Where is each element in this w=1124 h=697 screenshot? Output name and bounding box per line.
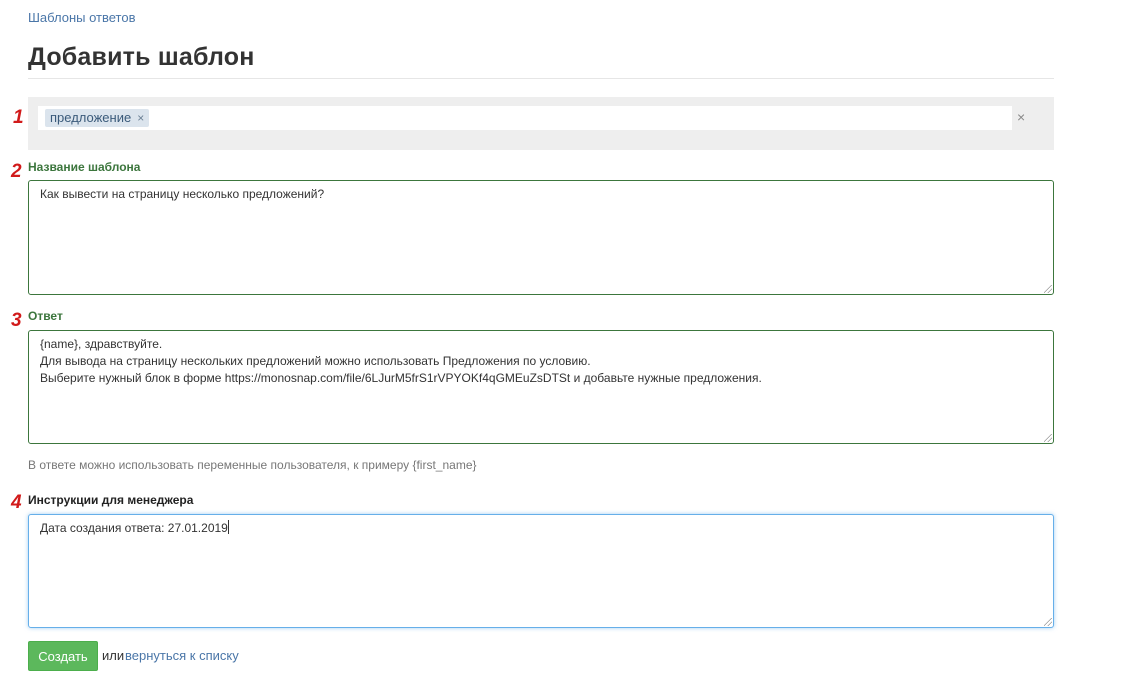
resize-handle[interactable] bbox=[1044, 618, 1052, 626]
annotation-marker-2: 2 bbox=[11, 161, 22, 182]
page-title: Добавить шаблон bbox=[28, 43, 255, 71]
template-name-value: Как вывести на страницу несколько предло… bbox=[40, 187, 325, 201]
answer-field[interactable]: {name}, здравствуйте. Для вывода на стра… bbox=[28, 330, 1054, 444]
manager-instructions-value: Дата создания ответа: 27.01.2019 bbox=[40, 520, 1042, 537]
or-text: или bbox=[102, 648, 125, 663]
breadcrumb-link[interactable]: Шаблоны ответов bbox=[28, 10, 136, 25]
tag-label: предложение bbox=[50, 110, 132, 125]
answer-value: {name}, здравствуйте. Для вывода на стра… bbox=[40, 337, 762, 385]
tags-panel: предложение × × bbox=[28, 97, 1054, 150]
manager-instructions-field[interactable]: Дата создания ответа: 27.01.2019 bbox=[28, 514, 1054, 628]
manager-instructions-label: Инструкции для менеджера bbox=[28, 493, 194, 507]
annotation-marker-3: 3 bbox=[11, 310, 22, 331]
tag-remove-icon[interactable]: × bbox=[137, 109, 144, 127]
resize-handle[interactable] bbox=[1044, 434, 1052, 442]
annotation-marker-4: 4 bbox=[11, 492, 22, 513]
tags-input[interactable]: предложение × bbox=[38, 106, 1012, 130]
manager-instructions-text: Дата создания ответа: 27.01.2019 bbox=[40, 521, 228, 535]
resize-handle[interactable] bbox=[1044, 285, 1052, 293]
template-name-field[interactable]: Как вывести на страницу несколько предло… bbox=[28, 180, 1054, 295]
text-caret bbox=[227, 520, 229, 534]
back-to-list-link[interactable]: вернуться к списку bbox=[125, 648, 239, 663]
tag-chip: предложение × bbox=[45, 109, 150, 127]
answer-help-text: В ответе можно использовать переменные п… bbox=[28, 458, 477, 472]
annotation-marker-1: 1 bbox=[13, 107, 24, 128]
template-name-label: Название шаблона bbox=[28, 160, 141, 174]
title-divider bbox=[28, 78, 1054, 79]
answer-label: Ответ bbox=[28, 309, 63, 323]
create-button[interactable]: Создать bbox=[28, 641, 98, 671]
clear-tags-icon[interactable]: × bbox=[1017, 109, 1025, 125]
